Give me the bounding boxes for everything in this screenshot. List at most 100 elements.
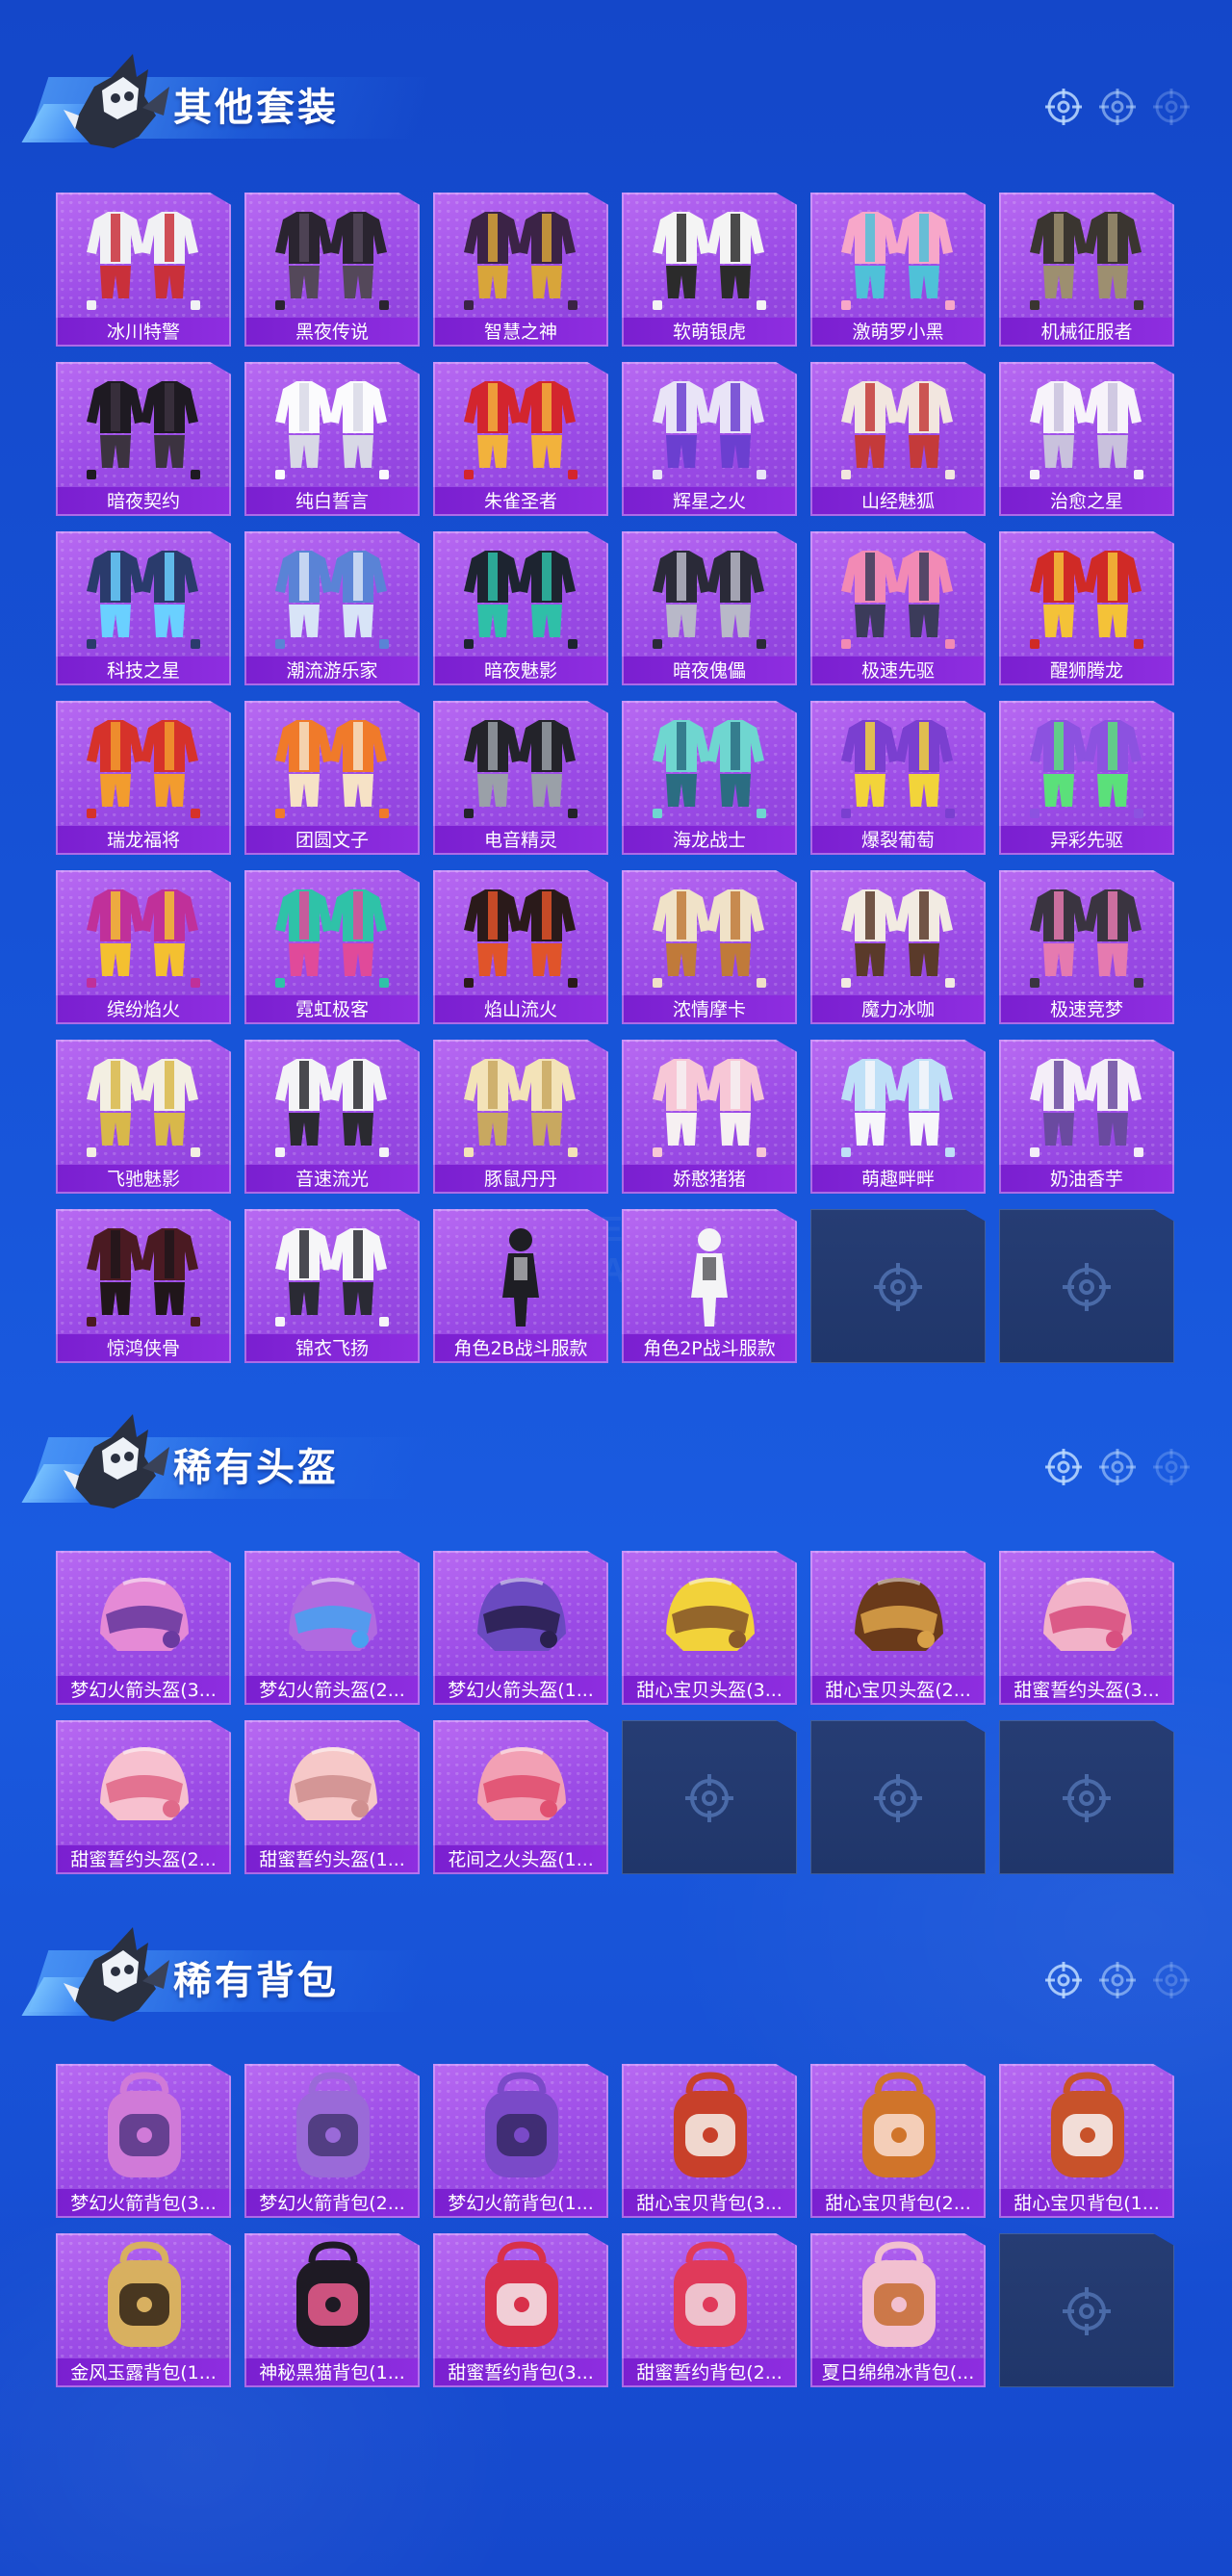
item-card[interactable]: 暗夜傀儡 [622,531,797,685]
item-card[interactable]: 甜心宝贝头盔(3... [622,1551,797,1705]
crosshair-icon [1045,1449,1082,1485]
item-label: 甜蜜誓约背包(3... [433,2358,608,2387]
item-card[interactable]: 冰川特警 [56,193,231,347]
crosshair-icon [1063,2287,1111,2335]
crosshair-icon [685,1774,733,1822]
item-label: 神秘黑猫背包(1... [244,2358,420,2387]
crosshair-decoration [1043,87,1192,127]
item-label: 梦幻火箭头盔(1... [433,1676,608,1705]
item-card[interactable]: 锦衣飞扬 [244,1209,420,1363]
crosshair-icon [1099,1962,1136,1998]
outfit-image [87,889,200,988]
item-card[interactable]: 奶油香芋 [999,1040,1174,1194]
outfit-image [275,381,389,479]
empty-slot [810,1720,986,1874]
item-card[interactable]: 异彩先驱 [999,701,1174,855]
crosshair-icon [1153,1449,1190,1485]
item-card[interactable]: 黑夜传说 [244,193,420,347]
crosshair-icon [1063,1774,1111,1822]
item-card[interactable]: 魔力冰咖 [810,870,986,1024]
item-label: 锦衣飞扬 [244,1334,420,1363]
item-card[interactable]: 音速流光 [244,1040,420,1194]
item-card[interactable]: 角色2B战斗服款 [433,1209,608,1363]
item-label: 治愈之星 [999,487,1174,516]
item-card[interactable]: 激萌罗小黑 [810,193,986,347]
item-card[interactable]: 花间之火头盔(1... [433,1720,608,1874]
item-card[interactable]: 软萌银虎 [622,193,797,347]
item-card[interactable]: 角色2P战斗服款 [622,1209,797,1363]
backpack-image [862,2072,936,2177]
item-card[interactable]: 金风玉露背包(1... [56,2233,231,2387]
item-label: 甜心宝贝背包(1... [999,2189,1174,2218]
helmet-image [477,1747,566,1820]
item-card[interactable]: 梦幻火箭头盔(2... [244,1551,420,1705]
item-card[interactable]: 甜心宝贝头盔(2... [810,1551,986,1705]
item-card[interactable]: 机械征服者 [999,193,1174,347]
item-card[interactable]: 萌趣畔畔 [810,1040,986,1194]
crosshair-icon [1045,1962,1082,1998]
item-card[interactable]: 瑞龙福将 [56,701,231,855]
item-card[interactable]: 甜心宝贝背包(2... [810,2064,986,2218]
item-card[interactable]: 梦幻火箭背包(1... [433,2064,608,2218]
crosshair-icon [1063,1263,1111,1311]
item-card[interactable]: 甜蜜誓约头盔(1... [244,1720,420,1874]
item-card[interactable]: 夏日绵绵冰背包(... [810,2233,986,2387]
item-label: 梦幻火箭头盔(2... [244,1676,420,1705]
item-label: 金风玉露背包(1... [56,2358,231,2387]
item-card[interactable]: 飞驰魅影 [56,1040,231,1194]
outfit-image [87,1228,200,1327]
item-card[interactable]: 山经魅狐 [810,362,986,516]
backpack-image [296,2241,370,2347]
item-card[interactable]: 惊鸿侠骨 [56,1209,231,1363]
crosshair-decoration [1043,1447,1192,1487]
item-card[interactable]: 暗夜契约 [56,362,231,516]
item-card[interactable]: 爆裂葡萄 [810,701,986,855]
crosshair-icon [874,1774,922,1822]
item-card[interactable]: 梦幻火箭背包(3... [56,2064,231,2218]
item-card[interactable]: 团圆文子 [244,701,420,855]
item-card[interactable]: 纯白誓言 [244,362,420,516]
item-card[interactable]: 梦幻火箭头盔(3... [56,1551,231,1705]
crosshair-icon [1099,1449,1136,1485]
item-card[interactable]: 辉星之火 [622,362,797,516]
item-card[interactable]: 甜心宝贝背包(1... [999,2064,1174,2218]
item-card[interactable]: 朱雀圣者 [433,362,608,516]
item-card[interactable]: 甜心宝贝背包(3... [622,2064,797,2218]
item-card[interactable]: 暗夜魅影 [433,531,608,685]
item-card[interactable]: 神秘黑猫背包(1... [244,2233,420,2387]
item-card[interactable]: 甜蜜誓约头盔(2... [56,1720,231,1874]
item-label: 冰川特警 [56,318,231,347]
item-card[interactable]: 极速竞梦 [999,870,1174,1024]
item-card[interactable]: 浓情摩卡 [622,870,797,1024]
item-card[interactable]: 科技之星 [56,531,231,685]
item-card[interactable]: 甜蜜誓约背包(3... [433,2233,608,2387]
item-card[interactable]: 梦幻火箭头盔(1... [433,1551,608,1705]
item-card[interactable]: 焰山流火 [433,870,608,1024]
item-label: 焰山流火 [433,995,608,1024]
item-card[interactable]: 治愈之星 [999,362,1174,516]
item-label: 魔力冰咖 [810,995,986,1024]
item-label: 甜心宝贝背包(2... [810,2189,986,2218]
item-label: 梦幻火箭头盔(3... [56,1676,231,1705]
empty-slot [999,2233,1174,2387]
item-card[interactable]: 甜蜜誓约背包(2... [622,2233,797,2387]
item-card[interactable]: 智慧之神 [433,193,608,347]
backpack-image [862,2241,936,2347]
item-label: 角色2B战斗服款 [433,1334,608,1363]
item-card[interactable]: 电音精灵 [433,701,608,855]
item-card[interactable]: 极速先驱 [810,531,986,685]
item-card[interactable]: 醒狮腾龙 [999,531,1174,685]
item-card[interactable]: 娇憨猪猪 [622,1040,797,1194]
outfit-image [464,889,578,988]
item-label: 瑞龙福将 [56,826,231,855]
item-card[interactable]: 甜蜜誓约头盔(3... [999,1551,1174,1705]
item-card[interactable]: 缤纷焰火 [56,870,231,1024]
item-card[interactable]: 梦幻火箭背包(2... [244,2064,420,2218]
outfit-image [841,381,955,479]
item-label: 暗夜魅影 [433,657,608,685]
backpack-image [108,2241,181,2347]
item-card[interactable]: 豚鼠丹丹 [433,1040,608,1194]
item-card[interactable]: 霓虹极客 [244,870,420,1024]
item-card[interactable]: 海龙战士 [622,701,797,855]
item-card[interactable]: 潮流游乐家 [244,531,420,685]
